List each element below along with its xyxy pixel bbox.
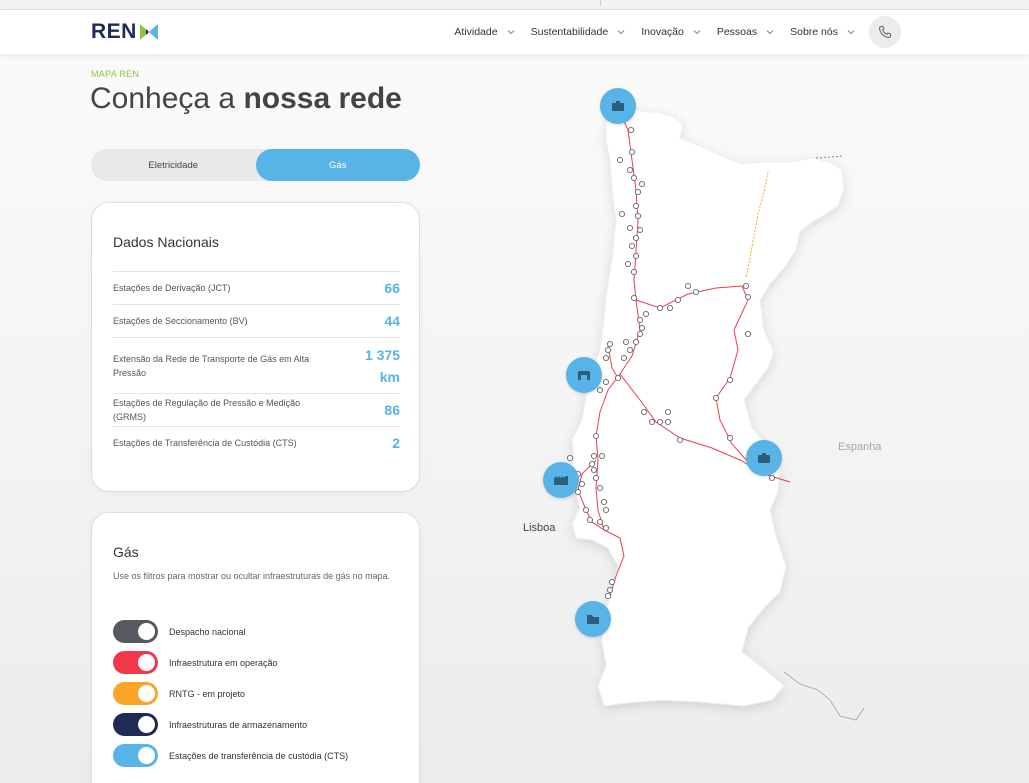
data-row-label: Extensão da Rede de Transporte de Gás em… [113,353,310,378]
data-row-value: 86 [384,402,400,418]
chevron-down-icon [693,30,701,35]
border-dashed-line [815,155,845,159]
terminal-pin[interactable] [543,462,579,498]
folder-pin[interactable] [575,601,611,637]
chevron-down-icon [507,30,514,35]
toggle-label: Estações de transferência de custódia (C… [169,750,349,761]
card-title: Dados Nacionais [113,234,219,250]
data-row: Estações de Derivação (JCT) 66 [113,271,400,304]
nav-item-inovacao[interactable]: Inovação [641,26,701,38]
data-row: Extensão da Rede de Transporte de Gás em… [113,337,400,393]
data-row-value: 2 [392,435,400,451]
toggle-switch-armazenamento[interactable] [113,713,158,736]
briefcase-icon [612,101,624,111]
national-data-card: Dados Nacionais Estações de Derivação (J… [91,202,420,492]
ren-logo-mark-icon [139,24,158,40]
network-type-toggle: Eletricidade Gás [91,149,420,181]
toggle-switch-despacho-nacional[interactable] [113,620,158,643]
tank-icon [578,371,590,380]
phone-button[interactable] [869,16,901,48]
nav-label: Pessoas [716,26,758,38]
filter-row-armazenamento: Infraestruturas de armazenamento [113,709,348,740]
nav-item-sustentabilidade[interactable]: Sustentabilidade [531,26,626,38]
ren-logo[interactable]: REN [91,20,158,43]
nav-item-sobre-nos[interactable]: Sobre nós [790,26,855,38]
toggle-label: Despacho nacional [169,626,246,637]
data-row-label: Estações de Regulação de Pressão e Mediç… [113,398,301,422]
nav-label: Atividade [454,26,498,38]
portugal-gas-network-map[interactable] [500,60,1029,783]
data-row-label: Estações de Transferência de Custódia (C… [113,438,297,448]
data-row: Estações de Seccionamento (BV) 44 [113,304,400,337]
map-label-espanha: Espanha [838,441,882,453]
title-light: Conheça a [90,82,244,115]
site-header: REN Atividade Sustentabilidade Inovação … [0,10,1029,54]
card-title: Gás [113,544,139,560]
toggle-switch-rntg-projeto[interactable] [113,682,158,705]
nav-label: Sustentabilidade [530,26,609,38]
chevron-down-icon [766,30,774,35]
filter-row-despacho: Despacho nacional [113,616,348,647]
filter-toggle-list: Despacho nacional Infraestrutura em oper… [113,616,348,771]
toggle-switch-cts[interactable] [113,744,158,767]
main-nav: Atividade Sustentabilidade Inovação Pess… [454,10,855,54]
filter-row-operacao: Infraestrutura em operação [113,647,348,678]
phone-icon [878,26,891,39]
chevron-down-icon [617,30,625,35]
nav-item-pessoas[interactable]: Pessoas [717,26,774,38]
toggle-label: RNTG - em projeto [169,688,246,699]
chevron-down-icon [847,30,855,35]
nav-label: Sobre nós [790,26,838,38]
nav-label: Inovação [641,26,684,38]
data-row-label: Estações de Seccionamento (BV) [113,316,248,326]
guadiana-river-line [783,671,865,721]
tab-eletricidade[interactable]: Eletricidade [91,149,256,181]
briefcase-icon [758,453,770,463]
filter-row-cts: Estações de transferência de custódia (C… [113,740,348,771]
data-row-value: 66 [384,280,400,296]
data-row-value: 1 375 km [364,346,400,385]
filters-description: Use os filtros para mostrar ou ocultar i… [113,571,391,581]
logo-text: REN [91,20,137,43]
dispatch-pin[interactable] [600,88,636,124]
filter-row-rntg: RNTG - em projeto [113,678,348,709]
section-eyebrow: MAPA REN [91,69,140,79]
data-row: Estações de Regulação de Pressão e Mediç… [113,393,400,426]
toggle-label: Infraestruturas de armazenamento [169,719,308,730]
data-row: Estações de Transferência de Custódia (C… [113,426,400,459]
storage-pin[interactable] [566,357,602,393]
map-label-lisboa: Lisboa [523,522,556,534]
nav-item-atividade[interactable]: Atividade [454,26,514,38]
data-row-label: Estações de Derivação (JCT) [113,283,231,293]
toggle-switch-infraestrutura-operacao[interactable] [113,651,158,674]
gas-filters-card: Gás Use os filtros para mostrar ou ocult… [91,512,420,783]
cts-pin[interactable] [746,440,782,476]
tab-gas[interactable]: Gás [255,149,420,181]
title-bold: nossa rede [243,82,402,115]
factory-icon [554,476,568,485]
data-row-value: 44 [384,313,400,329]
national-data-list: Estações de Derivação (JCT) 66 Estações … [113,271,400,459]
top-strip [0,0,1029,10]
toggle-label: Infraestrutura em operação [169,657,278,668]
page-title: Conheça a nossa rede [90,82,402,116]
folder-icon [587,615,599,624]
